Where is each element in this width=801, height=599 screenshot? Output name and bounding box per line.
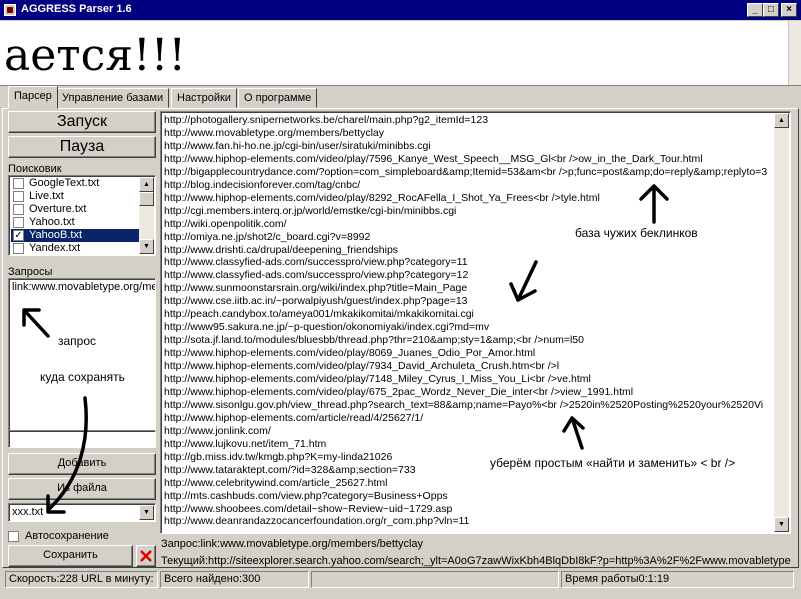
status-empty-field — [311, 571, 559, 588]
query-status-line: Запрос:link:www.movabletype.org/members/… — [161, 538, 424, 550]
current-url-line: Текущий:http://siteexplorer.search.yahoo… — [161, 555, 791, 567]
arrow-up-left-icon — [22, 308, 50, 338]
arrow-up-replace-icon — [562, 416, 585, 450]
arrow-up-icon — [639, 184, 669, 224]
arrow-down-left-icon — [509, 260, 538, 302]
arrow-curved-down-icon — [46, 396, 88, 514]
speed-status: Скорость:228 URL в минуту: — [5, 571, 158, 588]
elapsed-status: Время работы0:1:19 — [561, 571, 794, 588]
found-status: Всего найдено:300 — [160, 571, 309, 588]
tab-parser[interactable]: Парсер — [8, 86, 58, 109]
annotation-arrows — [22, 184, 669, 514]
